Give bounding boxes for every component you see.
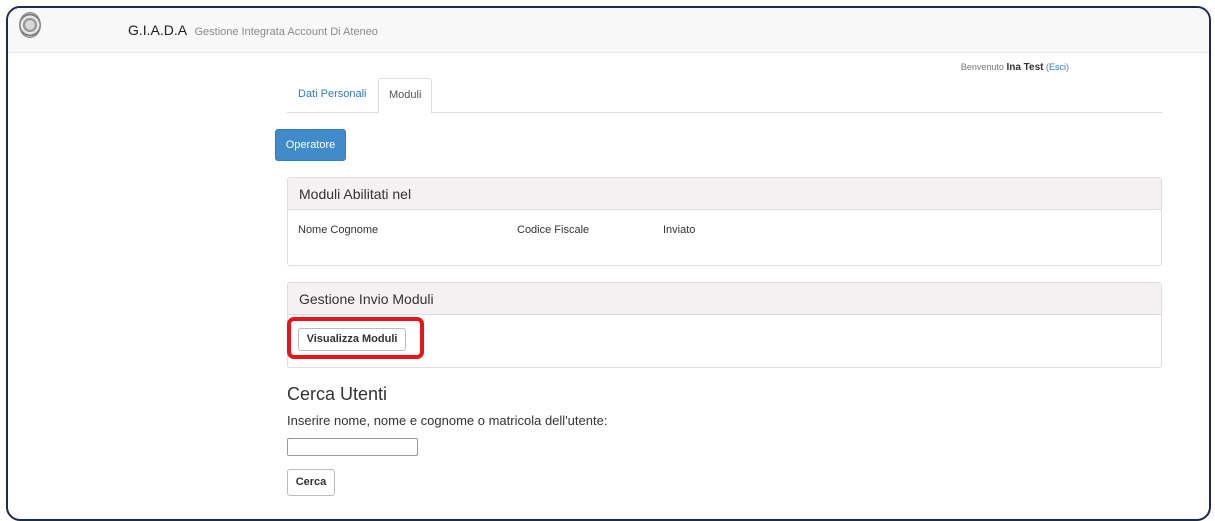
brand-subtitle: Gestione Integrata Account Di Ateneo <box>194 26 378 38</box>
tab-moduli[interactable]: Moduli <box>378 78 433 114</box>
panel-heading: Gestione Invio Moduli <box>288 283 1161 315</box>
panel-heading: Moduli Abilitati nel <box>288 178 1161 210</box>
column-header-codice-fiscale: Codice Fiscale <box>517 224 590 236</box>
column-header-nome-cognome: Nome Cognome <box>298 224 379 236</box>
cerca-button[interactable]: Cerca <box>287 469 335 496</box>
search-label: Inserire nome, nome e cognome o matricol… <box>287 413 608 428</box>
search-input[interactable] <box>287 438 418 456</box>
navbar: G.I.A.D.A Gestione Integrata Account Di … <box>8 8 1209 53</box>
tab-dati-personali[interactable]: Dati Personali <box>288 78 376 113</box>
highlight-box <box>287 317 424 359</box>
column-header-inviato: Inviato <box>663 224 696 236</box>
brand-name: G.I.A.D.A <box>128 22 188 38</box>
tab-bar: Dati Personali Moduli <box>287 78 1162 114</box>
university-seal-icon <box>19 12 41 38</box>
brand[interactable]: G.I.A.D.A Gestione Integrata Account Di … <box>128 22 378 38</box>
logout-link[interactable]: Esci <box>1049 62 1066 72</box>
panel-moduli-abilitati: Moduli Abilitati nel Nome Cognome Codice… <box>287 177 1162 266</box>
operatore-button[interactable]: Operatore <box>275 129 346 161</box>
user-name: Ina Test <box>1006 62 1044 73</box>
welcome-label: Benvenuto <box>960 62 1004 72</box>
welcome-message: Benvenuto Ina Test (Esci) <box>960 62 1069 73</box>
search-title: Cerca Utenti <box>287 384 388 404</box>
